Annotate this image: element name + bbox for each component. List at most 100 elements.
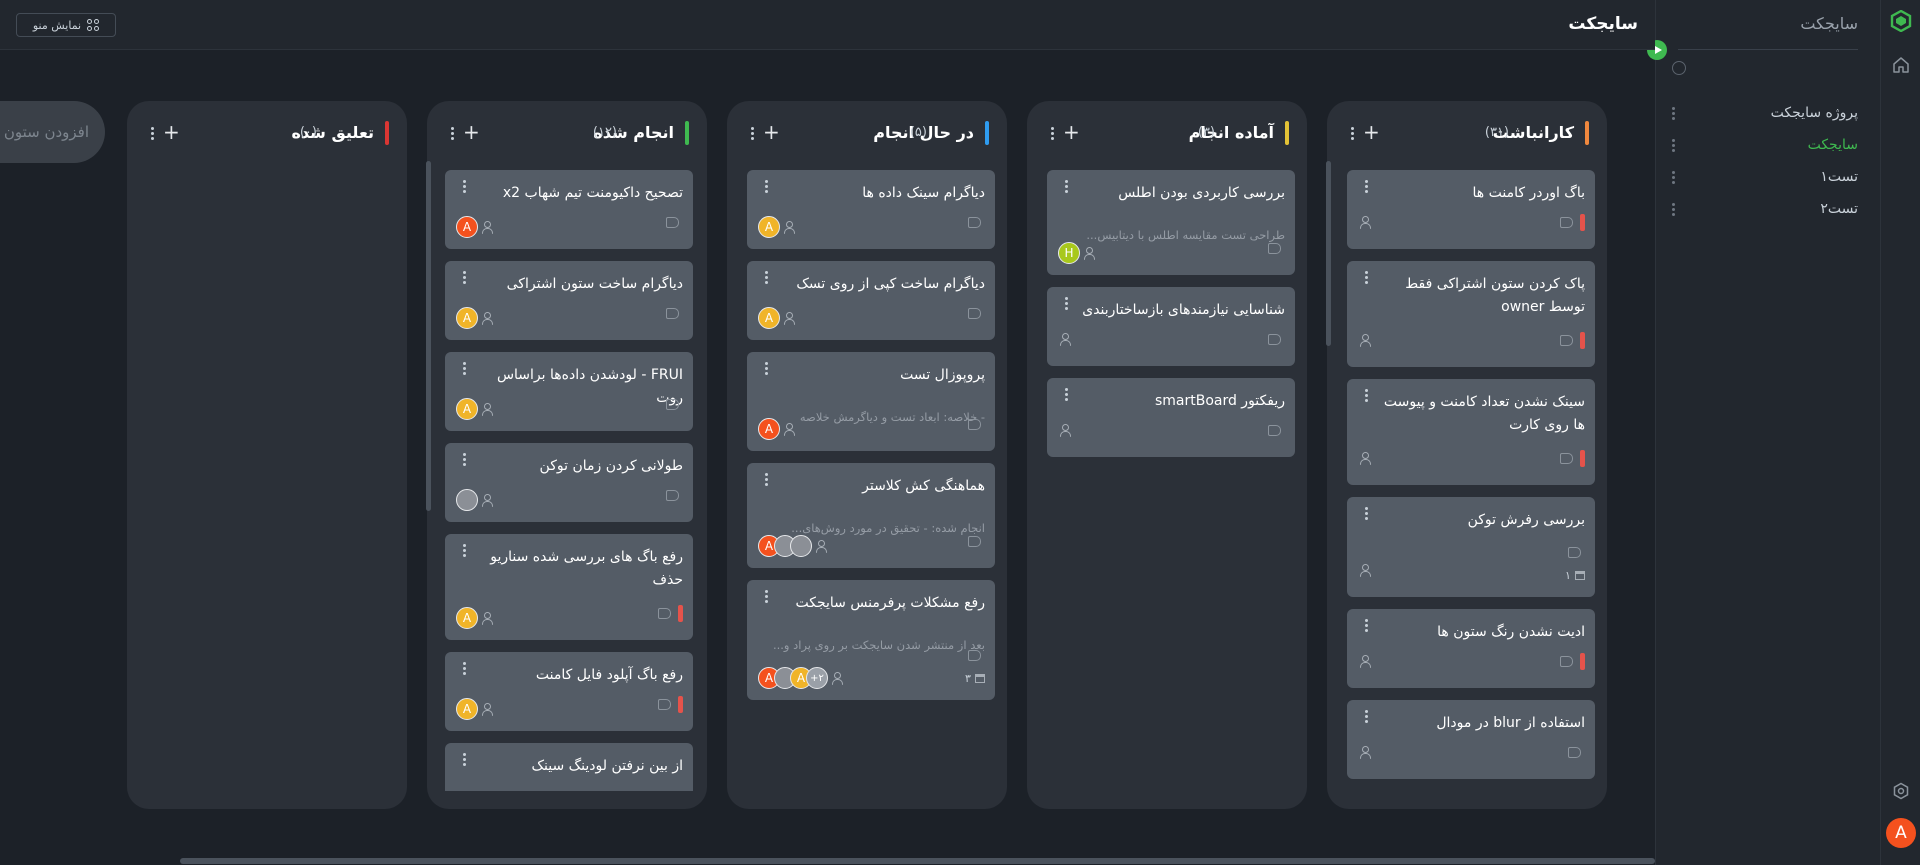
- user-icon[interactable]: [1360, 564, 1371, 577]
- user-icon[interactable]: [482, 703, 493, 716]
- task-card[interactable]: هماهنگی کش کلاستر انجام شده: - تحقیق در م…: [747, 463, 995, 568]
- tag-icon[interactable]: [1568, 547, 1581, 558]
- tag-icon[interactable]: [666, 490, 679, 501]
- assignees[interactable]: A: [758, 535, 827, 557]
- card-menu-icon[interactable]: [459, 753, 469, 766]
- assignees[interactable]: H: [1058, 242, 1095, 264]
- tag-icon[interactable]: [666, 217, 679, 228]
- add-card-button[interactable]: +: [763, 121, 780, 143]
- tag-icon[interactable]: [968, 308, 981, 319]
- tag-icon[interactable]: [666, 308, 679, 319]
- tag-icon[interactable]: [1560, 217, 1573, 228]
- avatar[interactable]: A: [456, 698, 478, 720]
- column-scrollbar[interactable]: [426, 161, 431, 511]
- card-menu-icon[interactable]: [459, 362, 469, 375]
- user-icon[interactable]: [1084, 247, 1095, 260]
- card-menu-icon[interactable]: [1361, 619, 1371, 632]
- assignees[interactable]: [1358, 334, 1371, 347]
- tag-icon[interactable]: [1560, 453, 1573, 464]
- settings-icon[interactable]: [1892, 782, 1910, 800]
- user-icon[interactable]: [482, 221, 493, 234]
- workspace-icon[interactable]: [1672, 61, 1686, 75]
- add-card-button[interactable]: +: [1063, 121, 1080, 143]
- avatar[interactable]: +۲: [806, 667, 828, 689]
- card-menu-icon[interactable]: [459, 453, 469, 466]
- card-menu-icon[interactable]: [1061, 297, 1071, 310]
- add-card-button[interactable]: +: [1363, 121, 1380, 143]
- task-card[interactable]: بررسی کاربردی بودن اطلس طراحی تست مقایسه …: [1047, 170, 1295, 275]
- avatar-photo[interactable]: [456, 489, 478, 511]
- assignees[interactable]: A: [758, 216, 795, 238]
- user-icon[interactable]: [482, 612, 493, 625]
- sidebar-item-test2[interactable]: تست۲: [1668, 197, 1858, 221]
- add-card-button[interactable]: +: [463, 121, 480, 143]
- home-icon[interactable]: [1892, 56, 1910, 74]
- task-card[interactable]: باگ اوردر کامنت ها: [1347, 170, 1595, 249]
- task-card[interactable]: از بین نرفتن لودینگ سینک: [445, 743, 693, 791]
- card-menu-icon[interactable]: [1061, 388, 1071, 401]
- tag-icon[interactable]: [1268, 334, 1281, 345]
- card-menu-icon[interactable]: [761, 180, 771, 193]
- user-icon[interactable]: [784, 221, 795, 234]
- avatar[interactable]: A: [758, 418, 780, 440]
- tag-icon[interactable]: [968, 536, 981, 547]
- user-icon[interactable]: [784, 423, 795, 436]
- show-menu-button[interactable]: نمایش منو: [16, 13, 116, 37]
- assignees[interactable]: A: [758, 307, 795, 329]
- horizontal-scrollbar[interactable]: [180, 858, 1655, 864]
- assignees[interactable]: [1058, 424, 1071, 437]
- column-menu-icon[interactable]: [747, 127, 757, 140]
- column-scrollbar[interactable]: [1326, 161, 1331, 346]
- card-menu-icon[interactable]: [1361, 389, 1371, 402]
- user-icon[interactable]: [784, 312, 795, 325]
- avatar[interactable]: A: [456, 398, 478, 420]
- user-icon[interactable]: [482, 312, 493, 325]
- more-icon[interactable]: [1668, 138, 1678, 152]
- user-icon[interactable]: [816, 540, 827, 553]
- card-menu-icon[interactable]: [1061, 180, 1071, 193]
- sidebar-item-test1[interactable]: تست۱: [1668, 165, 1858, 189]
- user-icon[interactable]: [1360, 746, 1371, 759]
- user-icon[interactable]: [482, 403, 493, 416]
- sidebar-item-project[interactable]: پروژه سایجکت: [1668, 101, 1858, 125]
- card-menu-icon[interactable]: [761, 473, 771, 486]
- task-card[interactable]: رفع باگ های بررسی شده سناریو حذف A: [445, 534, 693, 640]
- card-menu-icon[interactable]: [761, 590, 771, 603]
- user-icon[interactable]: [1360, 334, 1371, 347]
- user-icon[interactable]: [832, 672, 843, 685]
- user-icon[interactable]: [1360, 452, 1371, 465]
- user-icon[interactable]: [1060, 333, 1071, 346]
- user-avatar[interactable]: A: [1886, 818, 1916, 848]
- avatar[interactable]: A: [456, 307, 478, 329]
- task-card[interactable]: ریفکتور smartBoard: [1047, 378, 1295, 457]
- tag-icon[interactable]: [1560, 335, 1573, 346]
- tag-icon[interactable]: [968, 419, 981, 430]
- assignees[interactable]: A: [456, 216, 493, 238]
- card-menu-icon[interactable]: [1361, 180, 1371, 193]
- task-card[interactable]: طولانی کردن زمان توکن: [445, 443, 693, 522]
- more-icon[interactable]: [1668, 202, 1678, 216]
- avatar-photo[interactable]: [790, 535, 812, 557]
- column-menu-icon[interactable]: [1047, 127, 1057, 140]
- task-card[interactable]: دیاگرام ساخت کپی از روی تسک A: [747, 261, 995, 340]
- user-icon[interactable]: [1060, 424, 1071, 437]
- assignees[interactable]: [1058, 333, 1071, 346]
- task-card[interactable]: شناسایی نیازمندهای بازساختاربندی: [1047, 287, 1295, 366]
- sidebar-item-sajekt[interactable]: سایجکت: [1668, 133, 1858, 157]
- avatar[interactable]: H: [1058, 242, 1080, 264]
- column-menu-icon[interactable]: [1347, 127, 1357, 140]
- tag-icon[interactable]: [1560, 656, 1573, 667]
- task-card[interactable]: رفع مشکلات پرفرمنس سایجکت بعد از منتشر شد…: [747, 580, 995, 700]
- task-card[interactable]: تصحیح داکیومنت تیم شهاب x2 A: [445, 170, 693, 249]
- more-icon[interactable]: [1668, 170, 1678, 184]
- task-card[interactable]: پروپوزال تست - خلاصه: ابعاد تست و دیاگرمش…: [747, 352, 995, 451]
- avatar[interactable]: A: [456, 216, 478, 238]
- assignees[interactable]: A: [456, 698, 493, 720]
- assignees[interactable]: A A +۲: [758, 667, 843, 689]
- assignees[interactable]: [1358, 564, 1371, 577]
- tag-icon[interactable]: [968, 650, 981, 661]
- tag-icon[interactable]: [1568, 747, 1581, 758]
- card-menu-icon[interactable]: [1361, 710, 1371, 723]
- tag-icon[interactable]: [1268, 243, 1281, 254]
- card-menu-icon[interactable]: [459, 180, 469, 193]
